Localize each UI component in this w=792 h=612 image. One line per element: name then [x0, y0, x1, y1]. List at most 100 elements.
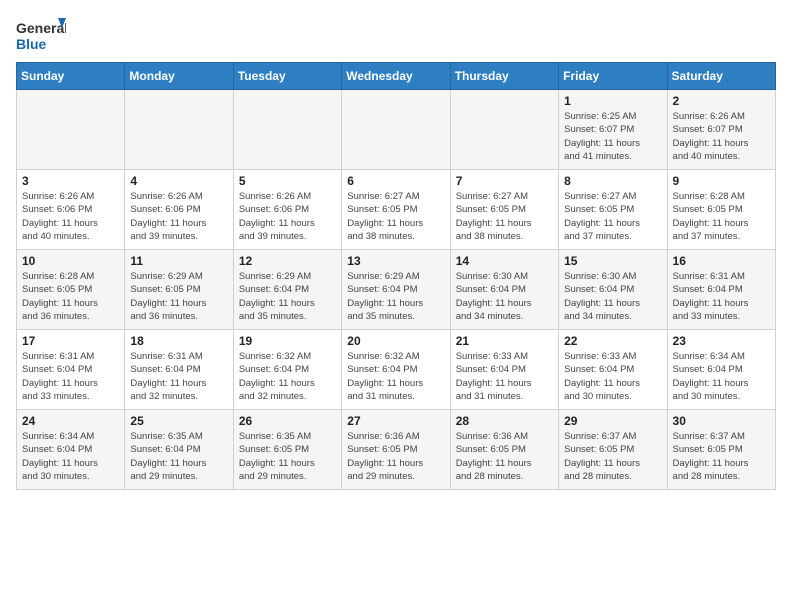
calendar-day-cell	[342, 90, 450, 170]
calendar-day-cell: 11Sunrise: 6:29 AM Sunset: 6:05 PM Dayli…	[125, 250, 233, 330]
day-number: 13	[347, 254, 444, 268]
day-number: 24	[22, 414, 119, 428]
day-info: Sunrise: 6:29 AM Sunset: 6:05 PM Dayligh…	[130, 270, 227, 323]
calendar-day-cell: 17Sunrise: 6:31 AM Sunset: 6:04 PM Dayli…	[17, 330, 125, 410]
day-number: 25	[130, 414, 227, 428]
calendar-day-cell: 30 Sunrise: 6:37 AM Sunset: 6:05 PM Dayli…	[667, 410, 775, 490]
logo: GeneralBlue	[16, 16, 66, 56]
calendar-day-cell: 6 Sunrise: 6:27 AM Sunset: 6:05 PM Daylig…	[342, 170, 450, 250]
calendar-week-row: 10 Sunrise: 6:28 AM Sunset: 6:05 PM Dayli…	[17, 250, 776, 330]
day-number: 2	[673, 94, 770, 108]
calendar-week-row: 17 Sunrise: 6:31 AM Sunset: 6:04 PM Dayli…	[17, 330, 776, 410]
day-info: Sunrise: 6:25 AM Sunset: 6:07 PM Dayligh…	[564, 110, 661, 163]
day-info: Sunrise: 6:27 AM Sunset: 6:05 PM Dayligh…	[564, 190, 661, 243]
day-info: Sunrise: 6:30 AM Sunset: 6:04 PM Dayligh…	[564, 270, 661, 323]
calendar-day-cell: 10 Sunrise: 6:28 AM Sunset: 6:05 PM Dayli…	[17, 250, 125, 330]
calendar-day-cell: 7 Sunrise: 6:27 AM Sunset: 6:05 PM Daylig…	[450, 170, 558, 250]
day-number: 22	[564, 334, 661, 348]
day-number: 29	[564, 414, 661, 428]
day-info: Sunrise: 6:28 AM Sunset: 6:05 PM Dayligh…	[22, 270, 119, 323]
day-number: 18	[130, 334, 227, 348]
calendar-day-cell: 5 Sunrise: 6:26 AM Sunset: 6:06 PM Daylig…	[233, 170, 341, 250]
day-info: Sunrise: 6:31 AM Sunset: 6:04 PM Dayligh…	[673, 270, 770, 323]
calendar-day-cell: 14 Sunrise: 6:30 AM Sunset: 6:04 PM Dayli…	[450, 250, 558, 330]
day-info: Sunrise: 6:36 AM Sunset: 6:05 PM Dayligh…	[456, 430, 553, 483]
day-info: Sunrise: 6:35 AM Sunset: 6:05 PM Dayligh…	[239, 430, 336, 483]
day-info: Sunrise: 6:27 AM Sunset: 6:05 PM Dayligh…	[347, 190, 444, 243]
day-number: 6	[347, 174, 444, 188]
calendar-day-cell: 26 Sunrise: 6:35 AM Sunset: 6:05 PM Dayli…	[233, 410, 341, 490]
day-info: Sunrise: 6:34 AM Sunset: 6:04 PM Dayligh…	[22, 430, 119, 483]
calendar-week-row: 3 Sunrise: 6:26 AM Sunset: 6:06 PM Daylig…	[17, 170, 776, 250]
calendar-weekday-header: Saturday	[667, 63, 775, 90]
day-number: 16	[673, 254, 770, 268]
day-info: Sunrise: 6:29 AM Sunset: 6:04 PM Dayligh…	[347, 270, 444, 323]
calendar-day-cell	[450, 90, 558, 170]
day-number: 4	[130, 174, 227, 188]
logo-icon: GeneralBlue	[16, 16, 66, 56]
day-number: 28	[456, 414, 553, 428]
day-number: 5	[239, 174, 336, 188]
calendar-day-cell: 1 Sunrise: 6:25 AM Sunset: 6:07 PM Daylig…	[559, 90, 667, 170]
day-number: 14	[456, 254, 553, 268]
day-info: Sunrise: 6:26 AM Sunset: 6:06 PM Dayligh…	[130, 190, 227, 243]
calendar-table: SundayMondayTuesdayWednesdayThursdayFrid…	[16, 62, 776, 490]
calendar-day-cell: 27 Sunrise: 6:36 AM Sunset: 6:05 PM Dayli…	[342, 410, 450, 490]
day-number: 10	[22, 254, 119, 268]
calendar-week-row: 24 Sunrise: 6:34 AM Sunset: 6:04 PM Dayli…	[17, 410, 776, 490]
calendar-day-cell: 18 Sunrise: 6:31 AM Sunset: 6:04 PM Dayli…	[125, 330, 233, 410]
calendar-day-cell	[233, 90, 341, 170]
day-number: 30	[673, 414, 770, 428]
day-info: Sunrise: 6:37 AM Sunset: 6:05 PM Dayligh…	[673, 430, 770, 483]
calendar-day-cell: 21 Sunrise: 6:33 AM Sunset: 6:04 PM Dayli…	[450, 330, 558, 410]
calendar-day-cell: 22 Sunrise: 6:33 AM Sunset: 6:04 PM Dayli…	[559, 330, 667, 410]
calendar-day-cell: 28 Sunrise: 6:36 AM Sunset: 6:05 PM Dayli…	[450, 410, 558, 490]
day-number: 17	[22, 334, 119, 348]
day-info: Sunrise: 6:37 AM Sunset: 6:05 PM Dayligh…	[564, 430, 661, 483]
day-number: 21	[456, 334, 553, 348]
day-number: 8	[564, 174, 661, 188]
calendar-day-cell: 15 Sunrise: 6:30 AM Sunset: 6:04 PM Dayli…	[559, 250, 667, 330]
day-number: 3	[22, 174, 119, 188]
day-info: Sunrise: 6:33 AM Sunset: 6:04 PM Dayligh…	[564, 350, 661, 403]
calendar-day-cell: 25 Sunrise: 6:35 AM Sunset: 6:04 PM Dayli…	[125, 410, 233, 490]
calendar-day-cell: 16 Sunrise: 6:31 AM Sunset: 6:04 PM Dayli…	[667, 250, 775, 330]
day-info: Sunrise: 6:32 AM Sunset: 6:04 PM Dayligh…	[347, 350, 444, 403]
day-info: Sunrise: 6:28 AM Sunset: 6:05 PM Dayligh…	[673, 190, 770, 243]
day-info: Sunrise: 6:30 AM Sunset: 6:04 PM Dayligh…	[456, 270, 553, 323]
day-number: 27	[347, 414, 444, 428]
day-info: Sunrise: 6:26 AM Sunset: 6:06 PM Dayligh…	[239, 190, 336, 243]
calendar-weekday-header: Tuesday	[233, 63, 341, 90]
svg-text:General: General	[16, 20, 66, 36]
day-number: 20	[347, 334, 444, 348]
day-number: 15	[564, 254, 661, 268]
calendar-day-cell: 29 Sunrise: 6:37 AM Sunset: 6:05 PM Dayli…	[559, 410, 667, 490]
day-number: 19	[239, 334, 336, 348]
calendar-day-cell: 12Sunrise: 6:29 AM Sunset: 6:04 PM Dayli…	[233, 250, 341, 330]
calendar-day-cell: 13 Sunrise: 6:29 AM Sunset: 6:04 PM Dayli…	[342, 250, 450, 330]
day-info: Sunrise: 6:35 AM Sunset: 6:04 PM Dayligh…	[130, 430, 227, 483]
calendar-day-cell: 3Sunrise: 6:26 AM Sunset: 6:06 PM Daylig…	[17, 170, 125, 250]
day-info: Sunrise: 6:34 AM Sunset: 6:04 PM Dayligh…	[673, 350, 770, 403]
day-info: Sunrise: 6:31 AM Sunset: 6:04 PM Dayligh…	[130, 350, 227, 403]
calendar-week-row: 1 Sunrise: 6:25 AM Sunset: 6:07 PM Daylig…	[17, 90, 776, 170]
svg-text:Blue: Blue	[16, 36, 47, 52]
day-number: 7	[456, 174, 553, 188]
day-info: Sunrise: 6:32 AM Sunset: 6:04 PM Dayligh…	[239, 350, 336, 403]
day-info: Sunrise: 6:33 AM Sunset: 6:04 PM Dayligh…	[456, 350, 553, 403]
calendar-day-cell: 19 Sunrise: 6:32 AM Sunset: 6:04 PM Dayli…	[233, 330, 341, 410]
day-number: 1	[564, 94, 661, 108]
day-number: 26	[239, 414, 336, 428]
calendar-day-cell: 24 Sunrise: 6:34 AM Sunset: 6:04 PM Dayli…	[17, 410, 125, 490]
day-number: 9	[673, 174, 770, 188]
calendar-weekday-header: Sunday	[17, 63, 125, 90]
day-info: Sunrise: 6:36 AM Sunset: 6:05 PM Dayligh…	[347, 430, 444, 483]
calendar-day-cell	[17, 90, 125, 170]
day-info: Sunrise: 6:26 AM Sunset: 6:07 PM Dayligh…	[673, 110, 770, 163]
day-number: 12	[239, 254, 336, 268]
calendar-day-cell: 2 Sunrise: 6:26 AM Sunset: 6:07 PM Daylig…	[667, 90, 775, 170]
day-info: Sunrise: 6:27 AM Sunset: 6:05 PM Dayligh…	[456, 190, 553, 243]
calendar-day-cell: 9 Sunrise: 6:28 AM Sunset: 6:05 PM Daylig…	[667, 170, 775, 250]
page-header: GeneralBlue	[16, 16, 776, 56]
calendar-weekday-header: Monday	[125, 63, 233, 90]
